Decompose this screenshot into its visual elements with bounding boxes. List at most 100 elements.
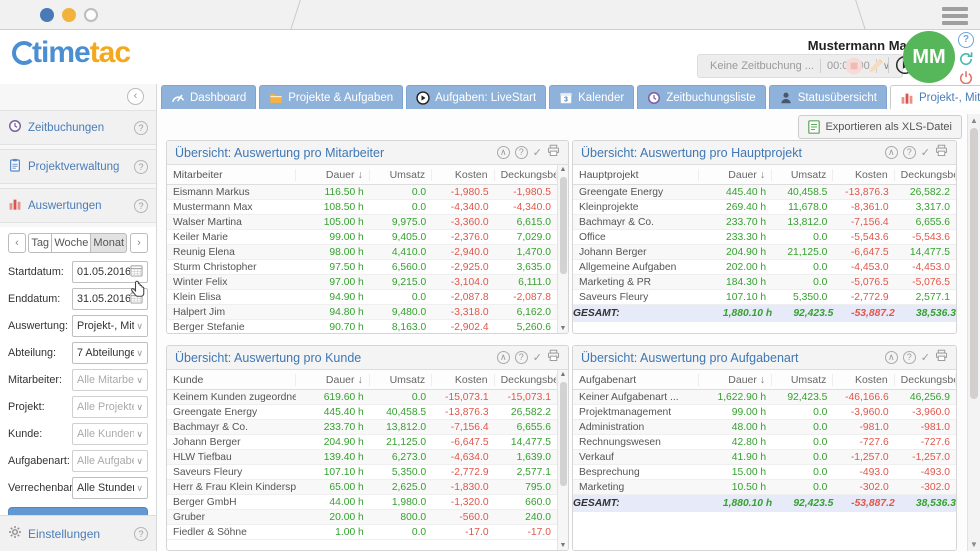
table-row[interactable]: Johann Berger204.90 h21,125.0-6,647.514,… <box>167 435 557 450</box>
table-row[interactable]: Fiedler & Söhne1.00 h0.0-17.0-17.0 <box>167 525 557 540</box>
column-header[interactable]: Aufgabenart <box>573 374 699 386</box>
table-row[interactable]: Marketing10.50 h0.0-302.0-302.0 <box>573 480 956 495</box>
help-icon[interactable]: ? <box>903 351 916 364</box>
help-icon[interactable]: ? <box>515 351 528 364</box>
table-row[interactable]: Saveurs Fleury107.10 h5,350.0-2,772.92,5… <box>167 465 557 480</box>
window-button-2[interactable] <box>62 8 76 22</box>
period-button-woche[interactable]: Woche <box>51 233 91 253</box>
table-row[interactable]: Gruber20.00 h800.0-560.0240.0 <box>167 510 557 525</box>
scrollbar-thumb[interactable] <box>970 128 978 399</box>
collapse-panel-icon[interactable]: ∧ <box>885 351 898 364</box>
sidebar-item-einstellungen[interactable]: Einstellungen ? <box>0 515 156 551</box>
help-icon[interactable]: ? <box>958 32 974 48</box>
table-row[interactable]: Sturm Christopher97.50 h6,560.0-2,925.03… <box>167 260 557 275</box>
table-row[interactable]: Keinem Kunden zugeordnet619.60 h0.0-15,0… <box>167 390 557 405</box>
scroll-down-icon[interactable]: ▼ <box>558 542 568 549</box>
help-icon[interactable]: ? <box>903 146 916 159</box>
table-row[interactable]: Verkauf41.90 h0.0-1,257.0-1,257.0 <box>573 450 956 465</box>
print-icon[interactable] <box>547 144 560 162</box>
scroll-up-icon[interactable]: ▲ <box>558 166 568 173</box>
help-icon[interactable]: ? <box>134 121 148 135</box>
scrollbar-thumb[interactable] <box>560 382 567 486</box>
table-row[interactable]: Bachmayr & Co.233.70 h13,812.0-7,156.46,… <box>167 420 557 435</box>
table-row[interactable]: Walser Martina105.00 h9,975.0-3,360.06,6… <box>167 215 557 230</box>
panel-scrollbar[interactable]: ▲▼ <box>557 370 568 550</box>
menu-icon[interactable] <box>942 4 968 28</box>
tab-1[interactable]: Projekte & Aufgaben <box>259 85 403 109</box>
table-row[interactable]: Greengate Energy445.40 h40,458.5-13,876.… <box>573 185 956 200</box>
column-header[interactable]: Umsatz <box>772 169 833 181</box>
collapse-panel-icon[interactable]: ∧ <box>497 146 510 159</box>
scroll-up-icon[interactable]: ▲ <box>968 116 980 125</box>
column-header[interactable]: Deckungsbeit... <box>495 169 557 181</box>
check-icon[interactable]: ✓ <box>533 351 542 364</box>
period-button-monat[interactable]: Monat <box>90 233 127 253</box>
column-header[interactable]: Dauer↓ <box>296 374 370 386</box>
avatar[interactable]: MM <box>903 31 955 83</box>
table-row[interactable]: Kleinprojekte269.40 h11,678.0-8,361.03,3… <box>573 200 956 215</box>
period-prev-button[interactable]: ‹ <box>8 233 26 253</box>
table-row[interactable]: Saveurs Fleury107.10 h5,350.0-2,772.92,5… <box>573 290 956 305</box>
select-dropdown[interactable]: Projekt-, Mitar∨ <box>72 315 148 337</box>
print-icon[interactable] <box>935 349 948 367</box>
table-row[interactable]: Johann Berger204.90 h21,125.0-6,647.514,… <box>573 245 956 260</box>
column-header[interactable]: Deckungsbeit... <box>495 374 557 386</box>
window-button-3[interactable] <box>84 8 98 22</box>
column-header[interactable]: Dauer↓ <box>296 169 370 181</box>
print-icon[interactable] <box>935 144 948 162</box>
select-dropdown[interactable]: Alle Stunden∨ <box>72 477 148 499</box>
table-row[interactable]: Allgemeine Aufgaben202.00 h0.0-4,453.0-4… <box>573 260 956 275</box>
table-row[interactable]: HLW Tiefbau139.40 h6,273.0-4,634.01,639.… <box>167 450 557 465</box>
tab-5[interactable]: Statusübersicht <box>769 85 887 109</box>
table-row[interactable]: Bachmayr & Co.233.70 h13,812.0-7,156.46,… <box>573 215 956 230</box>
column-header[interactable]: Hauptprojekt <box>573 169 699 181</box>
check-icon[interactable]: ✓ <box>533 146 542 159</box>
sidebar-item-zeitbuchungen[interactable]: Zeitbuchungen? <box>0 110 156 145</box>
column-header[interactable]: Dauer↓ <box>699 169 772 181</box>
table-row[interactable]: Projektmanagement99.00 h0.0-3,960.0-3,96… <box>573 405 956 420</box>
main-scrollbar[interactable]: ▲ ▼ <box>967 114 980 551</box>
stop-icon[interactable] <box>845 57 863 75</box>
period-button-tag[interactable]: Tag <box>28 233 52 253</box>
help-icon[interactable]: ? <box>134 527 148 541</box>
table-row[interactable]: Office233.30 h0.0-5,543.6-5,543.6 <box>573 230 956 245</box>
collapse-panel-icon[interactable]: ∧ <box>885 146 898 159</box>
table-row[interactable]: Berger GmbH44.00 h1,980.0-1,320.0660.0 <box>167 495 557 510</box>
print-icon[interactable] <box>547 349 560 367</box>
column-header[interactable]: Dauer↓ <box>699 374 772 386</box>
table-row[interactable]: Rechnungswesen42.80 h0.0-727.6-727.6 <box>573 435 956 450</box>
calendar-mini-icon[interactable] <box>130 264 143 280</box>
window-button-1[interactable] <box>40 8 54 22</box>
date-input[interactable]: 31.05.2016 <box>72 288 148 310</box>
scroll-down-icon[interactable]: ▼ <box>558 325 568 332</box>
tab-4[interactable]: Zeitbuchungsliste <box>637 85 766 109</box>
column-header[interactable]: Umsatz <box>370 374 432 386</box>
help-icon[interactable]: ? <box>134 160 148 174</box>
scroll-down-icon[interactable]: ▼ <box>968 540 980 549</box>
table-row[interactable]: Halpert Jim94.80 h9,480.0-3,318.06,162.0 <box>167 305 557 320</box>
column-header[interactable]: Kosten <box>432 169 494 181</box>
table-row[interactable]: Besprechung15.00 h0.0-493.0-493.0 <box>573 465 956 480</box>
scrollbar-thumb[interactable] <box>560 177 567 274</box>
tab-2[interactable]: Aufgaben: LiveStart <box>406 85 546 109</box>
column-header[interactable]: Kosten <box>833 169 894 181</box>
column-header[interactable]: Umsatz <box>772 374 833 386</box>
export-xls-button[interactable]: Exportieren als XLS-Datei <box>798 115 962 139</box>
check-icon[interactable]: ✓ <box>921 351 930 364</box>
table-row[interactable]: Berger Stefanie90.70 h8,163.0-2,902.45,2… <box>167 320 557 334</box>
tab-3[interactable]: 3Kalender <box>549 85 634 109</box>
check-icon[interactable]: ✓ <box>921 146 930 159</box>
collapse-panel-icon[interactable]: ∧ <box>497 351 510 364</box>
sidebar-collapse-icon[interactable]: ‹ <box>127 88 144 105</box>
table-row[interactable]: Winter Felix97.00 h9,215.0-3,104.06,111.… <box>167 275 557 290</box>
table-row[interactable]: Eismann Markus116.50 h0.0-1,980.5-1,980.… <box>167 185 557 200</box>
column-header[interactable]: Kosten <box>833 374 894 386</box>
calendar-mini-icon[interactable] <box>130 291 143 307</box>
table-row[interactable]: Greengate Energy445.40 h40,458.5-13,876.… <box>167 405 557 420</box>
table-row[interactable]: Klein Elisa94.90 h0.0-2,087.8-2,087.8 <box>167 290 557 305</box>
table-row[interactable]: Keiner Aufgabenart ...1,622.90 h92,423.5… <box>573 390 956 405</box>
table-row[interactable]: Administration48.00 h0.0-981.0-981.0 <box>573 420 956 435</box>
table-row[interactable]: Keiler Marie99.00 h9,405.0-2,376.07,029.… <box>167 230 557 245</box>
tab-6[interactable]: Projekt-, Mitarbeiter, Kunden- Aufgabena… <box>890 85 980 109</box>
column-header[interactable]: Mitarbeiter <box>167 169 296 181</box>
